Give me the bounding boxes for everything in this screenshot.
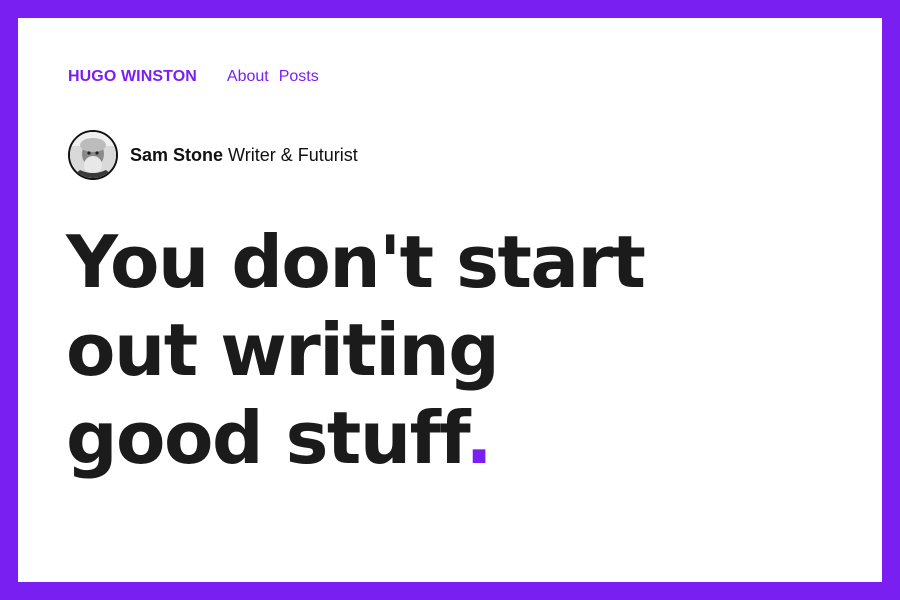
site-brand-link[interactable]: HUGO WINSTON (68, 68, 197, 86)
headline-line-3-text: good stuff (66, 396, 467, 480)
headline-line-3: good stuff. (66, 394, 826, 482)
author-name: Sam Stone (130, 144, 224, 165)
author-block: Sam Stone Writer & Futurist (68, 130, 358, 180)
headline-line-1: You don't start (66, 220, 646, 304)
headline-line-2: out writing (66, 308, 500, 392)
avatar-portrait-icon (70, 132, 116, 178)
nav-link-posts[interactable]: Posts (279, 68, 319, 86)
author-text: Sam Stone Writer & Futurist (130, 145, 358, 166)
page-frame: HUGO WINSTON About Posts Sam Stone Write… (18, 18, 882, 582)
top-nav: HUGO WINSTON About Posts (68, 68, 329, 86)
headline-accent-dot: . (465, 396, 492, 480)
nav-link-about[interactable]: About (227, 68, 269, 86)
nav-links: About Posts (227, 68, 329, 86)
author-avatar (68, 130, 118, 180)
hero-headline: You don't start out writing good stuff. (66, 218, 826, 482)
author-role: Writer & Futurist (228, 144, 358, 165)
